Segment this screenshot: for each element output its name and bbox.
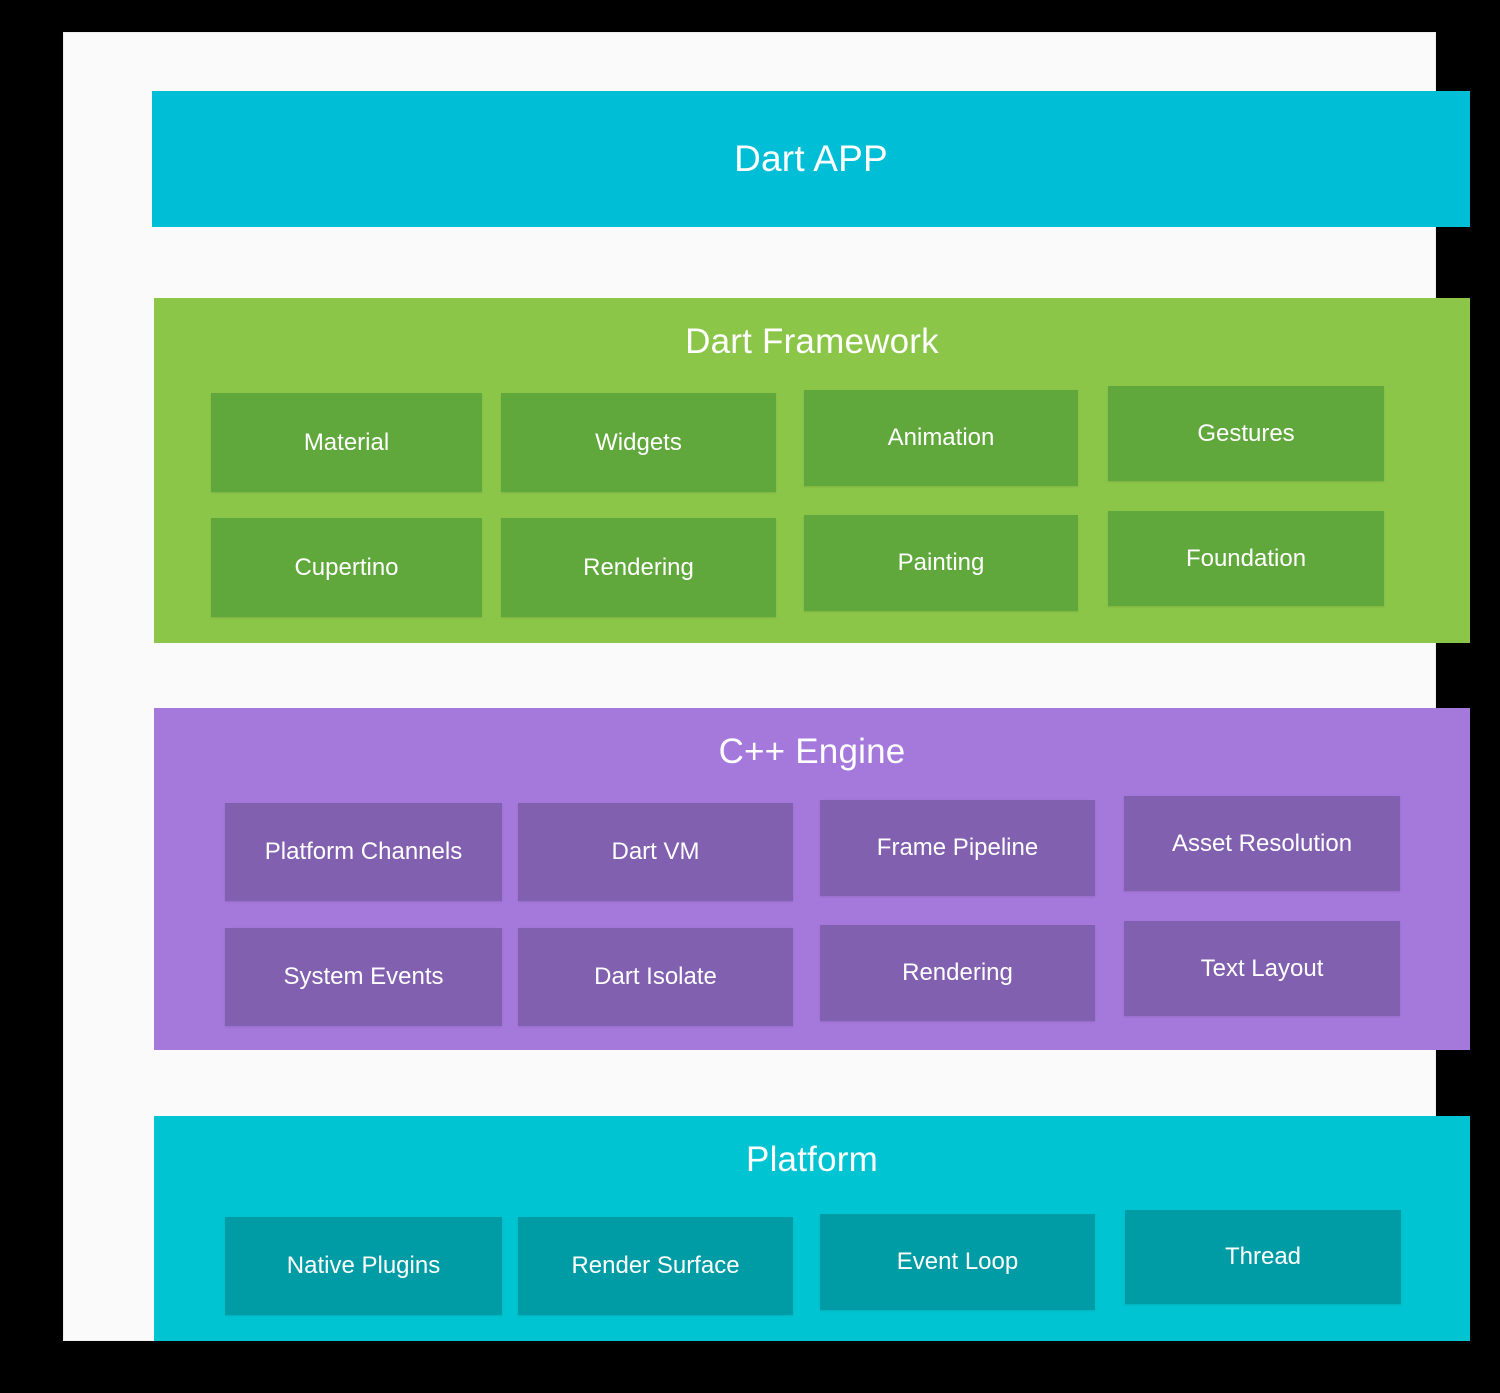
module-text-layout[interactable]: Text Layout — [1124, 921, 1400, 1016]
diagram-canvas: Dart APP Dart Framework Material Widgets… — [0, 0, 1500, 1393]
module-foundation[interactable]: Foundation — [1108, 511, 1384, 606]
module-rendering[interactable]: Rendering — [501, 518, 776, 617]
module-asset-resolution[interactable]: Asset Resolution — [1124, 796, 1400, 891]
layer-cpp-engine-title: C++ Engine — [718, 732, 906, 771]
module-widgets[interactable]: Widgets — [501, 393, 776, 492]
module-gestures[interactable]: Gestures — [1108, 386, 1384, 481]
module-system-events[interactable]: System Events — [225, 928, 502, 1026]
layer-dart-framework[interactable]: Dart Framework Material Widgets Animatio… — [154, 298, 1470, 643]
module-native-plugins[interactable]: Native Plugins — [225, 1217, 502, 1315]
module-dart-vm[interactable]: Dart VM — [518, 803, 793, 901]
module-painting[interactable]: Painting — [804, 515, 1078, 611]
layer-cpp-engine[interactable]: C++ Engine Platform Channels Dart VM Fra… — [154, 708, 1470, 1050]
module-dart-isolate[interactable]: Dart Isolate — [518, 928, 793, 1026]
layer-dart-app[interactable]: Dart APP — [152, 91, 1470, 227]
module-platform-channels[interactable]: Platform Channels — [225, 803, 502, 901]
module-cupertino[interactable]: Cupertino — [211, 518, 482, 617]
layer-platform-title: Platform — [746, 1140, 878, 1179]
diagram-page: Dart APP Dart Framework Material Widgets… — [64, 33, 1470, 1341]
module-material[interactable]: Material — [211, 393, 482, 492]
layer-platform[interactable]: Platform Native Plugins Render Surface E… — [154, 1116, 1470, 1341]
module-frame-pipeline[interactable]: Frame Pipeline — [820, 800, 1095, 896]
module-thread[interactable]: Thread — [1125, 1210, 1401, 1304]
module-event-loop[interactable]: Event Loop — [820, 1214, 1095, 1310]
module-render-surface[interactable]: Render Surface — [518, 1217, 793, 1315]
layer-dart-app-title: Dart APP — [734, 138, 888, 179]
module-engine-rendering[interactable]: Rendering — [820, 925, 1095, 1021]
module-animation[interactable]: Animation — [804, 390, 1078, 486]
layer-dart-framework-title: Dart Framework — [685, 322, 939, 361]
